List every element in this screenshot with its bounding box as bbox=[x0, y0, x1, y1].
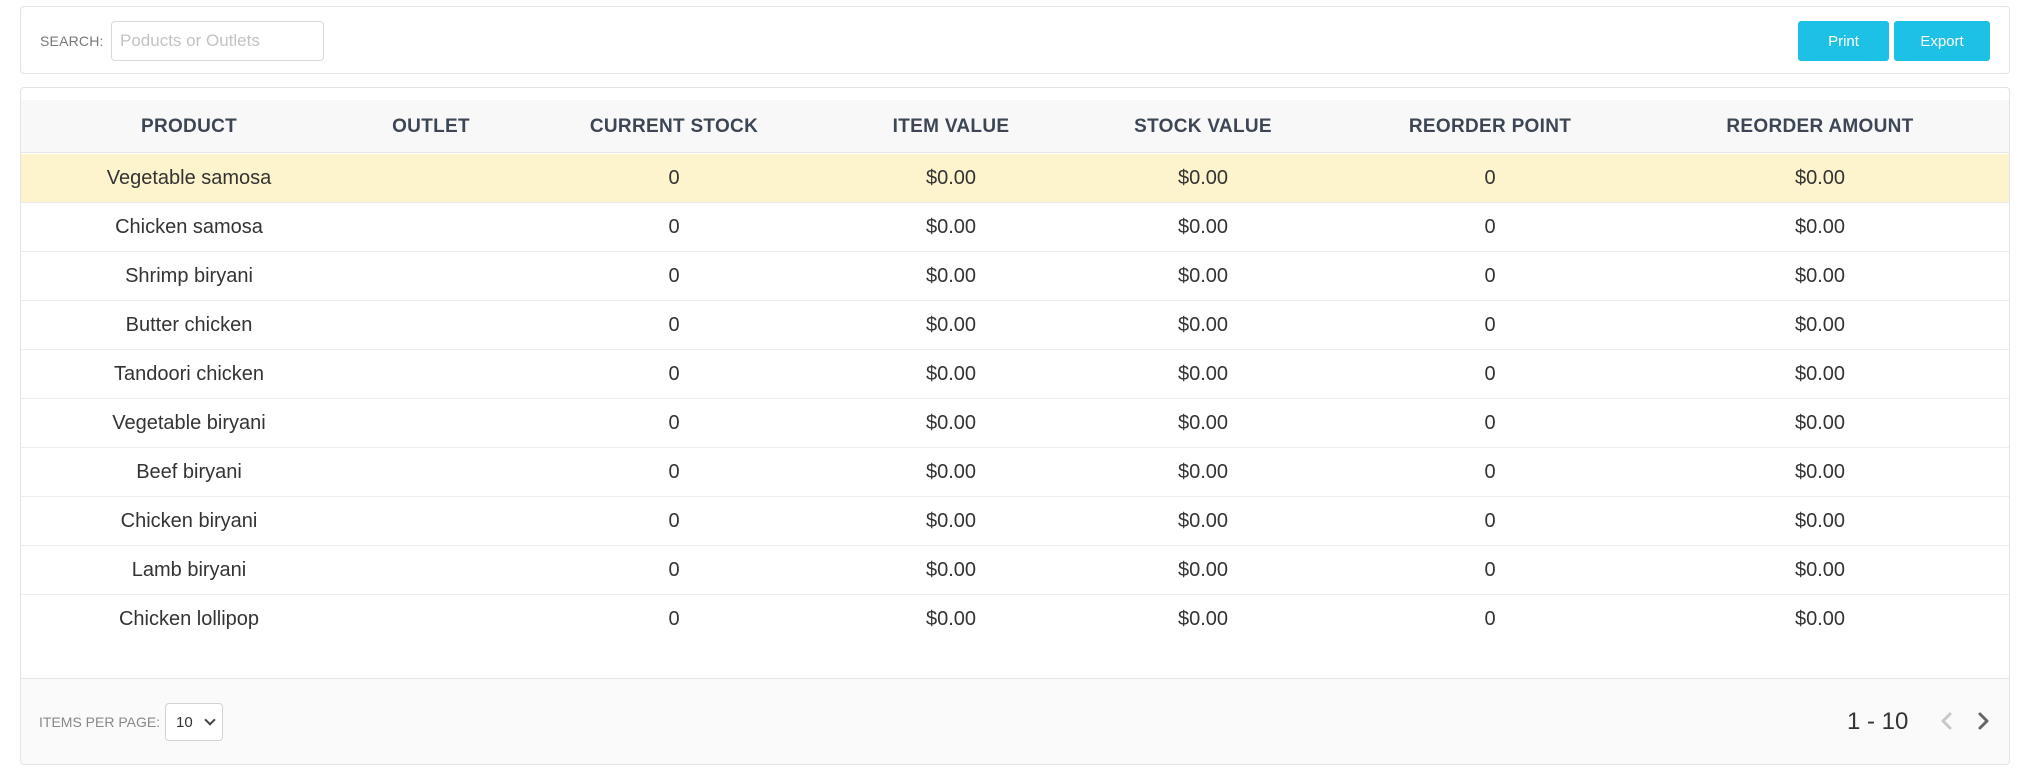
column-header-stock-value[interactable]: STOCK VALUE bbox=[1134, 116, 1272, 138]
cell-stock-value: $0.00 bbox=[1177, 167, 1229, 189]
items-per-page-value: 10 bbox=[176, 714, 193, 731]
items-per-page-select[interactable]: 10 bbox=[165, 703, 223, 741]
column-header-outlet[interactable]: OUTLET bbox=[392, 116, 470, 138]
column-header-product[interactable]: PRODUCT bbox=[141, 116, 237, 138]
cell-stock-value: $0.00 bbox=[1177, 314, 1229, 336]
cell-product: Chicken samosa bbox=[115, 216, 263, 238]
cell-current-stock: 0 bbox=[668, 167, 680, 189]
cell-item-value: $0.00 bbox=[925, 559, 977, 581]
cell-product: Lamb biryani bbox=[131, 559, 247, 581]
items-per-page-label: ITEMS PER PAGE: bbox=[39, 714, 161, 730]
table-row[interactable]: Chicken biryani 0 $0.00 $0.00 0 $0.00 bbox=[21, 497, 2009, 546]
table-row[interactable]: Beef biryani 0 $0.00 $0.00 0 $0.00 bbox=[21, 448, 2009, 497]
table-body: Vegetable samosa 0 $0.00 $0.00 0 $0.00 Chicken… bbox=[21, 154, 2009, 644]
cell-current-stock: 0 bbox=[668, 265, 680, 287]
cell-reorder-amount: $0.00 bbox=[1794, 608, 1846, 630]
cell-reorder-amount: $0.00 bbox=[1794, 216, 1846, 238]
pagination-range: 1 - 10 bbox=[1847, 708, 1909, 735]
cell-current-stock: 0 bbox=[668, 510, 680, 532]
cell-item-value: $0.00 bbox=[925, 510, 977, 532]
cell-reorder-amount: $0.00 bbox=[1794, 265, 1846, 287]
cell-reorder-point: 0 bbox=[1484, 265, 1496, 287]
print-button[interactable]: Print bbox=[1798, 21, 1889, 61]
table-row[interactable]: Vegetable biryani 0 $0.00 $0.00 0 $0.00 bbox=[21, 399, 2009, 448]
cell-item-value: $0.00 bbox=[925, 167, 977, 189]
cell-reorder-point: 0 bbox=[1484, 412, 1496, 434]
cell-reorder-point: 0 bbox=[1484, 363, 1496, 385]
cell-stock-value: $0.00 bbox=[1177, 216, 1229, 238]
cell-reorder-amount: $0.00 bbox=[1794, 314, 1846, 336]
table-row[interactable]: Butter chicken 0 $0.00 $0.00 0 $0.00 bbox=[21, 301, 2009, 350]
cell-current-stock: 0 bbox=[668, 608, 680, 630]
cell-product: Butter chicken bbox=[125, 314, 253, 336]
table-row[interactable]: Tandoori chicken 0 $0.00 $0.00 0 $0.00 bbox=[21, 350, 2009, 399]
chevron-right-icon[interactable] bbox=[1971, 709, 1995, 733]
cell-reorder-amount: $0.00 bbox=[1794, 510, 1846, 532]
cell-reorder-point: 0 bbox=[1484, 608, 1496, 630]
cell-stock-value: $0.00 bbox=[1177, 559, 1229, 581]
cell-current-stock: 0 bbox=[668, 314, 680, 336]
cell-stock-value: $0.00 bbox=[1177, 461, 1229, 483]
cell-stock-value: $0.00 bbox=[1177, 265, 1229, 287]
cell-item-value: $0.00 bbox=[925, 216, 977, 238]
cell-item-value: $0.00 bbox=[925, 363, 977, 385]
cell-stock-value: $0.00 bbox=[1177, 363, 1229, 385]
column-header-item-value[interactable]: ITEM VALUE bbox=[893, 116, 1010, 138]
cell-item-value: $0.00 bbox=[925, 412, 977, 434]
cell-reorder-point: 0 bbox=[1484, 216, 1496, 238]
table-footer: ITEMS PER PAGE: 10 1 - 10 bbox=[21, 678, 2009, 764]
cell-reorder-point: 0 bbox=[1484, 314, 1496, 336]
table-row[interactable]: Chicken lollipop 0 $0.00 $0.00 0 $0.00 bbox=[21, 595, 2009, 644]
cell-reorder-amount: $0.00 bbox=[1794, 363, 1846, 385]
cell-product: Vegetable biryani bbox=[112, 412, 266, 434]
cell-product: Tandoori chicken bbox=[113, 363, 265, 385]
table-row[interactable]: Shrimp biryani 0 $0.00 $0.00 0 $0.00 bbox=[21, 252, 2009, 301]
cell-stock-value: $0.00 bbox=[1177, 510, 1229, 532]
cell-item-value: $0.00 bbox=[925, 461, 977, 483]
inventory-table: PRODUCT OUTLET CURRENT STOCK ITEM VALUE … bbox=[20, 87, 2010, 765]
cell-current-stock: 0 bbox=[668, 216, 680, 238]
cell-current-stock: 0 bbox=[668, 461, 680, 483]
cell-current-stock: 0 bbox=[668, 363, 680, 385]
chevron-left-icon[interactable] bbox=[1935, 709, 1959, 733]
cell-reorder-amount: $0.00 bbox=[1794, 167, 1846, 189]
cell-reorder-amount: $0.00 bbox=[1794, 559, 1846, 581]
table-row[interactable]: Vegetable samosa 0 $0.00 $0.00 0 $0.00 bbox=[21, 154, 2009, 203]
cell-product: Vegetable samosa bbox=[106, 167, 272, 189]
cell-item-value: $0.00 bbox=[925, 314, 977, 336]
export-button[interactable]: Export bbox=[1894, 21, 1990, 61]
column-header-reorder-amount[interactable]: REORDER AMOUNT bbox=[1726, 116, 1913, 138]
cell-product: Shrimp biryani bbox=[125, 265, 253, 287]
cell-reorder-point: 0 bbox=[1484, 559, 1496, 581]
cell-stock-value: $0.00 bbox=[1177, 608, 1229, 630]
cell-product: Chicken biryani bbox=[120, 510, 258, 532]
table-row[interactable]: Lamb biryani 0 $0.00 $0.00 0 $0.00 bbox=[21, 546, 2009, 595]
chevron-down-icon bbox=[204, 714, 216, 726]
search-input[interactable] bbox=[111, 21, 324, 61]
cell-item-value: $0.00 bbox=[925, 608, 977, 630]
column-header-current-stock[interactable]: CURRENT STOCK bbox=[590, 116, 758, 138]
cell-item-value: $0.00 bbox=[925, 265, 977, 287]
table-header: PRODUCT OUTLET CURRENT STOCK ITEM VALUE … bbox=[21, 100, 2009, 153]
cell-current-stock: 0 bbox=[668, 412, 680, 434]
column-header-reorder-point[interactable]: REORDER POINT bbox=[1409, 116, 1571, 138]
cell-stock-value: $0.00 bbox=[1177, 412, 1229, 434]
cell-reorder-point: 0 bbox=[1484, 510, 1496, 532]
cell-reorder-amount: $0.00 bbox=[1794, 461, 1846, 483]
cell-current-stock: 0 bbox=[668, 559, 680, 581]
table-row[interactable]: Chicken samosa 0 $0.00 $0.00 0 $0.00 bbox=[21, 203, 2009, 252]
search-label: SEARCH: bbox=[40, 33, 104, 49]
toolbar: SEARCH: Print Export bbox=[20, 6, 2010, 74]
cell-reorder-point: 0 bbox=[1484, 461, 1496, 483]
cell-reorder-point: 0 bbox=[1484, 167, 1496, 189]
cell-product: Beef biryani bbox=[136, 461, 242, 483]
cell-product: Chicken lollipop bbox=[118, 608, 260, 630]
cell-reorder-amount: $0.00 bbox=[1794, 412, 1846, 434]
